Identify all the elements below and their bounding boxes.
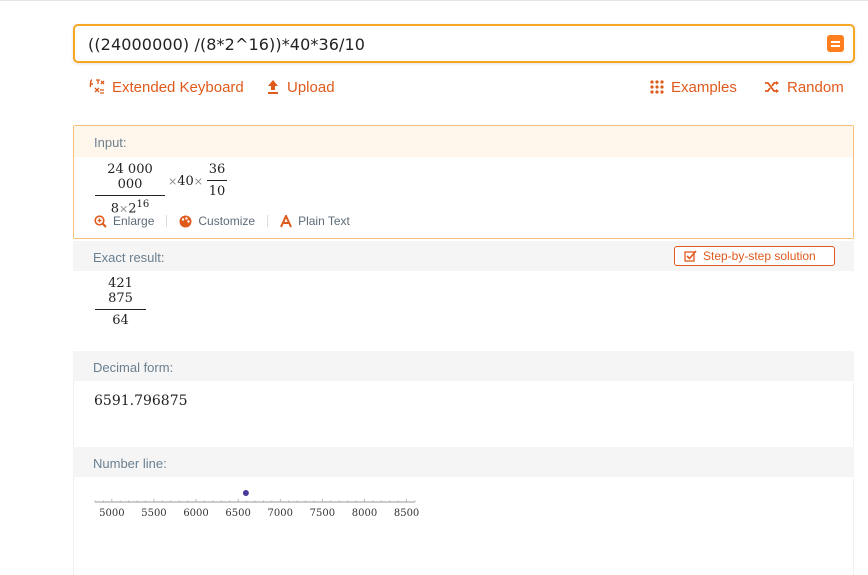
number-line-tick-label: 8000 (352, 508, 377, 519)
zoom-in-icon (94, 214, 107, 228)
exact-result-header: Exact result: Step-by-step solution (73, 241, 854, 271)
exact-result-body: 421 875 64 (73, 271, 854, 351)
number-line-tick-label: 5500 (141, 508, 166, 519)
checkbox-icon (684, 250, 697, 262)
number-line-plot: 5000 5500 6000 6500 7000 7500 8000 8500 (94, 490, 419, 519)
action-divider (166, 215, 168, 227)
input-pod-title: Input: (94, 135, 127, 150)
upload-icon (268, 80, 278, 94)
input-fraction-1: 24 000 000 8×216 (95, 162, 165, 216)
fraction-bar (95, 309, 146, 310)
exact-fraction: 421 875 64 (95, 276, 146, 328)
number-line-header: Number line: (73, 447, 854, 477)
step-by-step-button[interactable]: Step-by-step solution (674, 246, 835, 266)
examples-label: Examples (671, 78, 737, 96)
plain-text-button[interactable]: Plain Text (280, 214, 350, 228)
number-line-tick-label: 7500 (310, 508, 335, 519)
keyboard-math-icon (89, 79, 105, 94)
random-label: Random (787, 78, 844, 96)
top-divider (0, 0, 868, 1)
number-line-point (242, 490, 249, 496)
query-input[interactable]: ((24000000) /(8*2^16))*40*36/10 (88, 35, 365, 54)
fraction-bar (95, 195, 165, 196)
decimal-value: 6591.796875 (94, 393, 188, 409)
customize-button[interactable]: Customize (179, 214, 255, 228)
exact-result-pod: Exact result: Step-by-step solution 421 … (73, 241, 854, 351)
number-line-tick-label: 5000 (99, 508, 124, 519)
examples-button[interactable]: Examples (650, 77, 737, 97)
equals-icon[interactable] (827, 35, 844, 52)
palette-icon (179, 215, 192, 227)
upload-label: Upload (287, 78, 335, 96)
input-pod: Input: 24 000 000 8×216 ×40× 36 10 Enlar… (73, 125, 854, 239)
shuffle-icon (765, 81, 779, 93)
number-line-tick-label: 7000 (268, 508, 293, 519)
exact-numerator: 421 875 (108, 276, 133, 306)
number-line-pod: Number line: 5000 5500 6000 6500 7000 7500 800… (73, 447, 854, 575)
extended-keyboard-button[interactable]: Extended Keyboard (89, 77, 244, 97)
text-a-icon (280, 214, 292, 227)
number-line-tick-label: 6500 (225, 508, 250, 519)
action-divider (267, 215, 269, 227)
number-line-tick-label: 8500 (394, 508, 419, 519)
input-times-factor: ×40× (168, 174, 203, 189)
exact-denominator: 64 (112, 313, 129, 328)
input-actions: Enlarge Customize Plain Text (94, 214, 368, 228)
decimal-form-title: Decimal form: (93, 360, 174, 375)
query-input-box[interactable]: ((24000000) /(8*2^16))*40*36/10 (73, 24, 855, 63)
number-line-title: Number line: (93, 456, 167, 471)
grid-dots-icon (650, 80, 664, 94)
extended-keyboard-label: Extended Keyboard (112, 78, 244, 96)
exact-result-title: Exact result: (93, 250, 165, 265)
enlarge-button[interactable]: Enlarge (94, 214, 154, 228)
decimal-form-pod: Decimal form: 6591.796875 (73, 351, 854, 447)
input-fraction-2: 36 10 (207, 162, 227, 199)
upload-button[interactable]: Upload (266, 77, 335, 97)
input-pod-header: Input: (74, 126, 853, 157)
decimal-form-header: Decimal form: (73, 351, 854, 381)
number-line-tick-label: 6000 (183, 508, 208, 519)
input-pod-body: 24 000 000 8×216 ×40× 36 10 Enlarge Cust… (74, 157, 853, 238)
random-button[interactable]: Random (764, 77, 844, 97)
input-numerator: 24 000 000 (107, 162, 153, 192)
